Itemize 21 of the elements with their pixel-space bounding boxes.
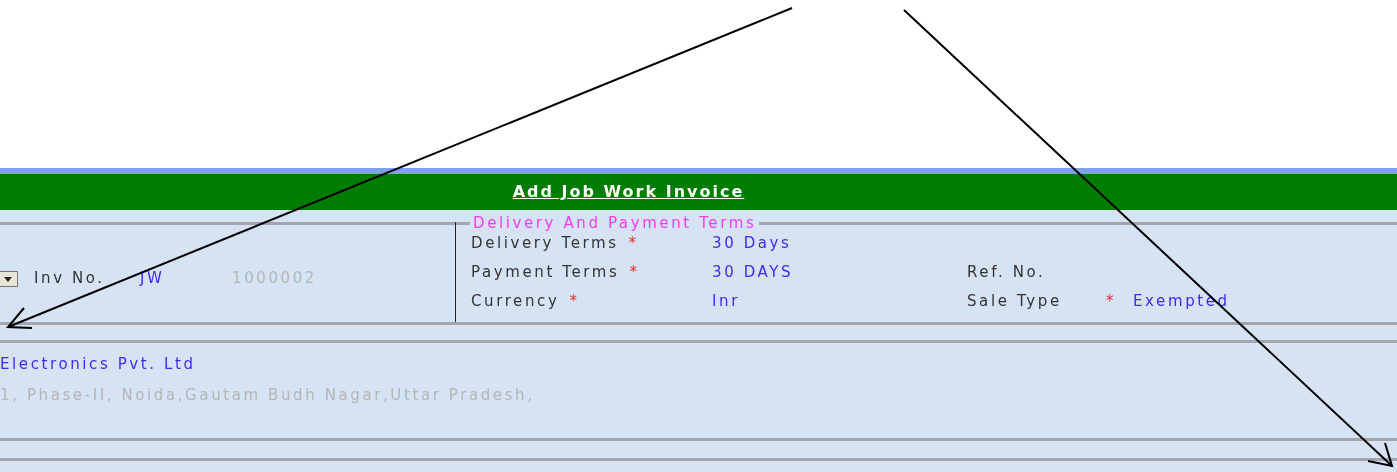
dropdown-button[interactable] [0, 270, 18, 287]
required-marker: * [1106, 292, 1117, 311]
invoice-number-label: Inv No. [34, 268, 106, 290]
field-label: Currency [471, 292, 560, 311]
field-value: 30 DAYS [712, 262, 795, 284]
section-legend: Delivery And Payment Terms [470, 215, 760, 231]
field-label: Payment Terms [471, 263, 620, 282]
invoice-prefix: JW [140, 268, 166, 290]
required-marker: * [628, 234, 639, 253]
page-title: Add Job Work Invoice [512, 181, 745, 203]
field-label: Sale Type [967, 291, 1063, 313]
customer-address: 1, Phase-II, Noida,Gautam Budh Nagar,Uttar Pradesh, [0, 384, 536, 406]
field-value: 30 Days [712, 233, 793, 255]
required-marker: * [629, 263, 640, 282]
invoice-number: 1000002 [232, 268, 317, 290]
caret-icon [4, 276, 12, 282]
field-label: Delivery Terms [471, 234, 619, 253]
required-marker: * [569, 292, 580, 311]
customer-name: Electronics Pvt. Ltd [0, 354, 197, 375]
field-label: Ref. No. [967, 262, 1047, 284]
field-value: Inr [712, 291, 741, 313]
